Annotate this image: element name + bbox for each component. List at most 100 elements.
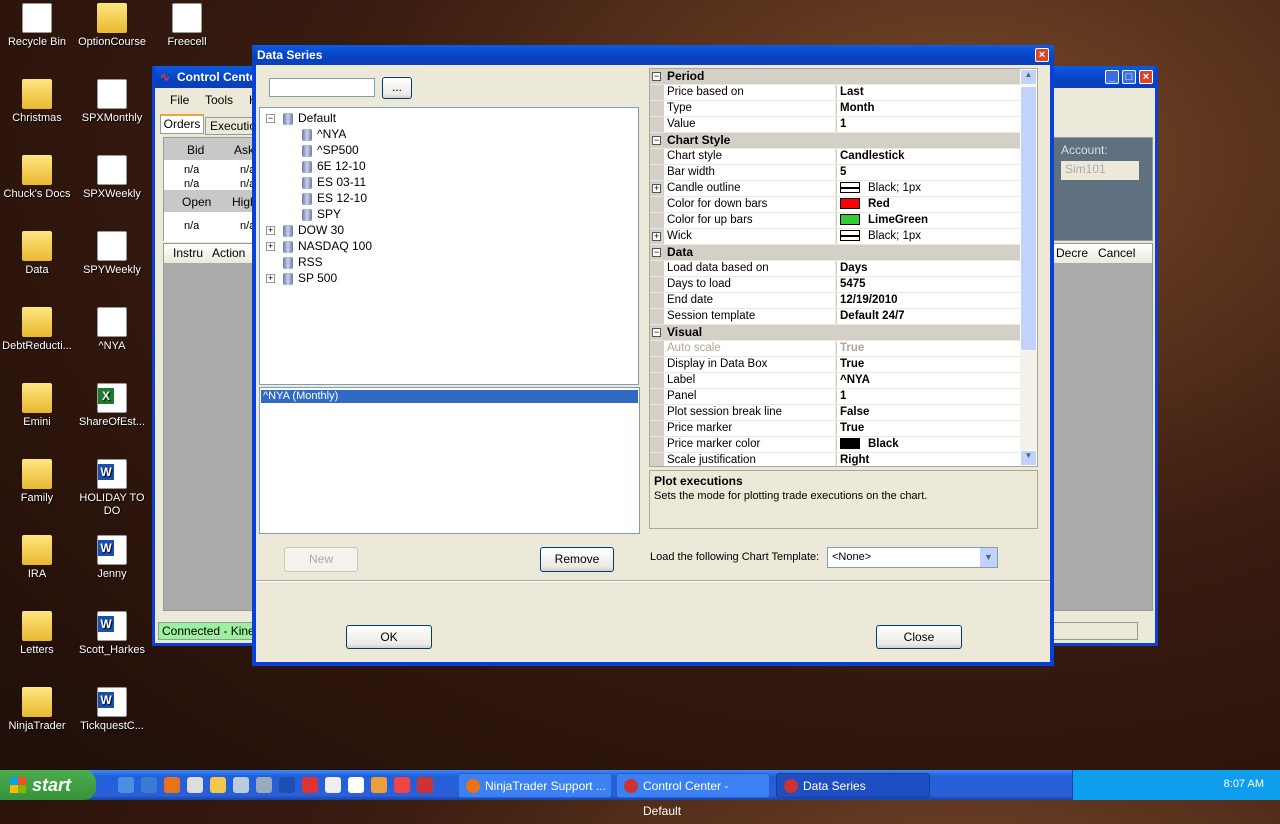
desktop-icon-recycle-bin[interactable]: Recycle Bin <box>0 3 74 49</box>
collapse-icon[interactable]: − <box>652 248 661 257</box>
column-decrease[interactable]: Decre <box>1056 244 1088 263</box>
expand-icon[interactable]: + <box>266 274 275 284</box>
property-row[interactable]: + Candle outline Black; 1px <box>650 181 1020 197</box>
tree-node[interactable]: + SP 500 <box>266 270 337 286</box>
ok-button[interactable]: OK <box>346 625 432 649</box>
tree-leaf[interactable]: ^SP500 <box>302 142 359 158</box>
property-row[interactable]: Price marker True <box>650 421 1020 437</box>
property-row[interactable]: Days to load 5475 <box>650 277 1020 293</box>
calendar-icon[interactable] <box>394 777 410 793</box>
list-item[interactable]: ^NYA (Monthly) <box>261 390 638 403</box>
property-value[interactable]: Black; 1px <box>837 229 1020 244</box>
property-row[interactable]: Label ^NYA <box>650 373 1020 389</box>
collapse-icon[interactable]: − <box>266 114 275 124</box>
desktop-icon-scott-harkes[interactable]: Scott_Harkes <box>75 611 149 657</box>
desktop-icon-ninjatrader[interactable]: NinjaTrader <box>0 687 74 733</box>
desktop-icon-family[interactable]: Family <box>0 459 74 505</box>
notepad-icon[interactable] <box>233 777 249 793</box>
menu-tools[interactable]: Tools <box>205 90 233 110</box>
property-row[interactable]: Bar width 5 <box>650 165 1020 181</box>
property-value[interactable]: True <box>837 357 1020 372</box>
taskbar-button[interactable]: Control Center - Default <box>616 773 770 818</box>
tree-leaf[interactable]: ^NYA <box>302 126 346 142</box>
collapse-icon[interactable]: − <box>652 328 661 337</box>
minimize-button[interactable]: _ <box>1105 70 1119 84</box>
app-icon[interactable] <box>325 777 341 793</box>
desktop-icon-spxweekly[interactable]: SPXWeekly <box>75 155 149 201</box>
property-value[interactable]: Month <box>837 101 1020 116</box>
menu-file[interactable]: File <box>170 90 189 110</box>
property-value[interactable]: 1 <box>837 389 1020 404</box>
chart-icon[interactable] <box>371 777 387 793</box>
desktop-icon-holiday-to-do[interactable]: HOLIDAY TO DO <box>75 459 149 518</box>
desktop-icon-jenny[interactable]: Jenny <box>75 535 149 581</box>
property-row[interactable]: Chart style Candlestick <box>650 149 1020 165</box>
desktop-icon-spxmonthly[interactable]: SPXMonthly <box>75 79 149 125</box>
property-row[interactable]: Plot session break line False <box>650 405 1020 421</box>
property-category[interactable]: − Chart Style <box>650 133 1020 149</box>
property-row[interactable]: Price based on Last <box>650 85 1020 101</box>
property-row[interactable]: Color for down bars Red <box>650 197 1020 213</box>
start-button[interactable]: start <box>0 770 96 800</box>
desktop-icon--nya[interactable]: ^NYA <box>75 307 149 353</box>
browse-button[interactable]: ... <box>382 77 412 99</box>
property-value[interactable]: Black <box>837 437 1020 452</box>
property-value[interactable]: Candlestick <box>837 149 1020 164</box>
collapse-icon[interactable]: − <box>652 72 661 81</box>
tree-leaf[interactable]: 6E 12-10 <box>302 158 366 174</box>
property-category[interactable]: − Visual <box>650 325 1020 341</box>
desktop-icon-letters[interactable]: Letters <box>0 611 74 657</box>
new-button[interactable]: New <box>284 547 358 572</box>
property-row[interactable]: Panel 1 <box>650 389 1020 405</box>
tree-leaf[interactable]: ES 03-11 <box>302 174 366 190</box>
maximize-button[interactable]: □ <box>1122 70 1136 84</box>
property-category[interactable]: − Data <box>650 245 1020 261</box>
desktop-icon-tickquestc-[interactable]: TickquestC... <box>75 687 149 733</box>
tree-node[interactable]: + NASDAQ 100 <box>266 238 372 254</box>
tree-leaf[interactable]: SPY <box>302 206 341 222</box>
account-select[interactable]: Sim101 <box>1061 161 1139 180</box>
property-row[interactable]: Display in Data Box True <box>650 357 1020 373</box>
ie-icon[interactable] <box>141 777 157 793</box>
property-row[interactable]: Scale justification Right <box>650 453 1020 466</box>
taskbar-button[interactable]: NinjaTrader Support ... <box>458 773 612 798</box>
close-button[interactable]: Close <box>876 625 962 649</box>
property-value[interactable]: LimeGreen <box>837 213 1020 228</box>
property-row[interactable]: + Wick Black; 1px <box>650 229 1020 245</box>
series-search-input[interactable] <box>269 78 375 97</box>
scroll-up-icon[interactable]: ▲ <box>1020 69 1037 85</box>
firefox-icon[interactable] <box>164 777 180 793</box>
desktop-icon-freecell[interactable]: Freecell <box>150 3 224 49</box>
desktop-icon-optioncourse[interactable]: OptionCourse <box>75 3 149 49</box>
tree-node[interactable]: + DOW 30 <box>266 222 344 238</box>
property-value[interactable]: True <box>837 421 1020 436</box>
column-action[interactable]: Action <box>212 244 245 263</box>
clock-icon[interactable] <box>348 777 364 793</box>
desktop-icon-spyweekly[interactable]: SPYWeekly <box>75 231 149 277</box>
scroll-down-icon[interactable]: ▼ <box>1020 450 1037 466</box>
property-row[interactable]: Type Month <box>650 101 1020 117</box>
property-row[interactable]: Value 1 <box>650 117 1020 133</box>
desktop-icon-shareofest-[interactable]: ShareOfEst... <box>75 383 149 429</box>
desktop-icon-emini[interactable]: Emini <box>0 383 74 429</box>
internet-explorer-icon[interactable] <box>118 777 134 793</box>
remove-button[interactable]: Remove <box>540 547 614 572</box>
close-window-button[interactable]: × <box>1139 70 1153 84</box>
messenger-icon[interactable] <box>187 777 203 793</box>
collapse-icon[interactable]: − <box>652 136 661 145</box>
taskbar-button[interactable]: Data Series <box>776 773 930 798</box>
property-value[interactable]: Last <box>837 85 1020 100</box>
property-row[interactable]: Auto scale True <box>650 341 1020 357</box>
desktop-icon-christmas[interactable]: Christmas <box>0 79 74 125</box>
word-icon[interactable] <box>279 777 295 793</box>
tree-leaf[interactable]: ES 12-10 <box>302 190 367 206</box>
property-value[interactable]: Black; 1px <box>837 181 1020 196</box>
property-value[interactable]: Default 24/7 <box>837 309 1020 324</box>
tree-node[interactable]: − Default <box>266 110 336 126</box>
expand-icon[interactable]: + <box>652 184 661 193</box>
property-value[interactable]: False <box>837 405 1020 420</box>
dialog-close-x-button[interactable]: × <box>1035 48 1049 62</box>
folder-icon[interactable] <box>210 777 226 793</box>
property-category[interactable]: − Period <box>650 69 1020 85</box>
desktop-icon-chuck-s-docs[interactable]: Chuck's Docs <box>0 155 74 201</box>
